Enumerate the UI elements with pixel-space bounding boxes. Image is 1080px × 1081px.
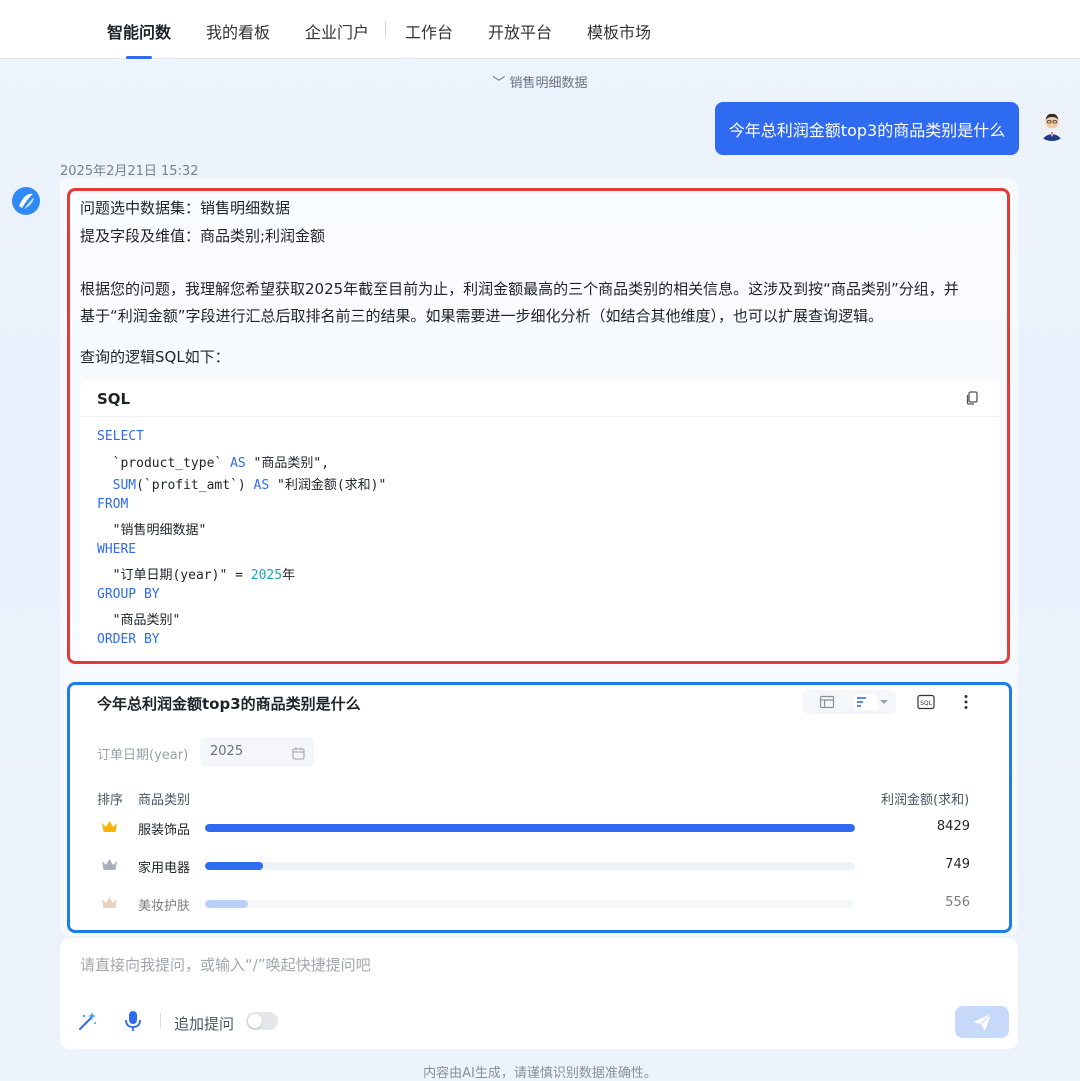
sql-keyword: AS xyxy=(230,456,246,471)
tab-template-market[interactable]: 模板市场 xyxy=(587,19,651,43)
bar-track xyxy=(205,824,855,832)
calendar-icon xyxy=(292,745,305,760)
sql-text: "商品类别" xyxy=(97,613,181,628)
sql-line: `product_type` AS "商品类别", xyxy=(97,452,329,471)
sql-line: WHERE xyxy=(97,542,136,557)
sql-keyword: SUM xyxy=(112,478,137,493)
toggle-knob xyxy=(248,1014,262,1028)
ranking-row: 美妆护肤 556 xyxy=(97,893,977,915)
user-avatar xyxy=(1035,107,1069,141)
sql-line: SUM(`profit_amt`) AS "利润金额(求和)" xyxy=(97,474,387,493)
tab-enterprise-portal[interactable]: 企业门户 xyxy=(305,19,369,43)
sql-keyword: AS xyxy=(253,478,270,493)
sql-text: "销售明细数据" xyxy=(97,523,207,538)
assistant-logo-icon xyxy=(11,186,41,216)
active-tab-indicator xyxy=(126,56,152,59)
sql-line: "商品类别" xyxy=(97,609,181,628)
column-header-profit: 利润金额(求和) xyxy=(881,793,970,808)
sql-line: "订单日期(year)" = 2025年 xyxy=(97,564,295,583)
ranking-chart-icon[interactable] xyxy=(854,694,878,710)
column-header-rank: 排序 xyxy=(97,793,124,808)
crown-icon xyxy=(101,857,118,872)
sql-keyword: GROUP BY xyxy=(97,587,160,602)
sql-text: "利润金额(求和)" xyxy=(269,478,387,493)
message-timestamp: 2025年2月21日 15:32 xyxy=(60,164,199,179)
category-label: 美妆护肤 xyxy=(138,899,191,914)
mentioned-fields-line: 提及字段及维值：商品类别;利润金额 xyxy=(80,227,326,245)
category-label: 服装饰品 xyxy=(138,823,191,838)
tab-smart-query[interactable]: 智能问数 xyxy=(107,19,171,43)
explanation-line-2: 基于“利润金额”字段进行汇总后取排名前三的结果。如果需要进一步细化分析（如结合其… xyxy=(80,307,884,325)
user-message-bubble: 今年总利润金额top3的商品类别是什么 xyxy=(715,102,1019,155)
send-icon xyxy=(973,1013,992,1031)
sql-line: ORDER BY xyxy=(97,632,160,647)
filter-value: 2025 xyxy=(210,744,244,759)
column-header-category: 商品类别 xyxy=(138,793,191,808)
sql-title: SQL xyxy=(97,390,131,408)
sql-text: "订单日期(year)" = xyxy=(97,568,251,583)
followup-label: 追加提问 xyxy=(174,1015,235,1033)
toolbar-divider xyxy=(160,1013,161,1029)
ranking-row: 服装饰品 8429 xyxy=(97,817,977,839)
explanation-line-1: 根据您的问题，我理解您希望获取2025年截至目前为止，利润金额最高的三个商品类别… xyxy=(80,280,959,298)
chevron-down-icon[interactable] xyxy=(878,694,894,710)
ranking-row: 家用电器 749 xyxy=(97,855,977,877)
table-view-icon[interactable] xyxy=(819,694,835,710)
sql-keyword: FROM xyxy=(97,497,129,512)
profit-value: 556 xyxy=(945,895,970,910)
crown-icon xyxy=(101,895,118,910)
tab-my-dashboard[interactable]: 我的看板 xyxy=(206,19,270,43)
sql-number: 2025 xyxy=(250,568,283,583)
question-input-placeholder[interactable]: 请直接向我提问，或输入“/”唤起快捷提问吧 xyxy=(80,954,371,975)
tab-open-platform[interactable]: 开放平台 xyxy=(488,19,552,43)
sql-keyword: WHERE xyxy=(97,542,137,557)
ai-disclaimer: 内容由AI生成，请谨慎识别数据准确性。 xyxy=(423,1066,657,1081)
sql-line: "销售明细数据" xyxy=(97,519,207,538)
result-title: 今年总利润金额top3的商品类别是什么 xyxy=(97,695,361,713)
crown-icon xyxy=(101,819,118,834)
filter-label: 订单日期(year) xyxy=(97,748,189,763)
sql-keyword: ORDER BY xyxy=(97,632,160,647)
profit-value: 749 xyxy=(945,857,970,872)
view-switcher xyxy=(802,690,896,714)
send-button[interactable] xyxy=(955,1006,1009,1038)
year-filter-input[interactable]: 2025 xyxy=(200,737,314,767)
followup-toggle[interactable] xyxy=(246,1012,278,1030)
microphone-icon[interactable] xyxy=(123,1009,143,1033)
tab-workbench[interactable]: 工作台 xyxy=(405,19,453,43)
svg-text:SQL: SQL xyxy=(920,700,933,707)
nav-divider xyxy=(385,21,386,37)
profit-value: 8429 xyxy=(936,819,970,834)
magic-wand-icon[interactable] xyxy=(76,1010,98,1032)
sql-code-block: SQL SELECT `product_type` AS "商品类别", SUM… xyxy=(80,380,1000,656)
sql-text: 年 xyxy=(282,568,296,583)
bar-track xyxy=(205,862,855,870)
more-options-icon[interactable] xyxy=(958,694,974,710)
sql-keyword: SELECT xyxy=(97,429,144,444)
sql-text: "商品类别", xyxy=(245,456,330,471)
profit-bar xyxy=(205,862,263,870)
sql-text: `product_type` xyxy=(97,456,231,471)
sql-line: GROUP BY xyxy=(97,587,160,602)
sql-intro: 查询的逻辑SQL如下： xyxy=(80,348,230,366)
sql-line: SELECT xyxy=(97,429,144,444)
copy-icon[interactable] xyxy=(964,390,980,406)
bar-track xyxy=(205,900,855,908)
selected-dataset-line: 问题选中数据集：销售明细数据 xyxy=(80,199,291,217)
category-label: 家用电器 xyxy=(138,861,191,876)
profit-bar xyxy=(205,900,248,908)
sql-line: FROM xyxy=(97,497,128,512)
question-input-box[interactable]: 请直接向我提问，或输入“/”唤起快捷提问吧 追加提问 xyxy=(60,938,1018,1049)
profit-bar xyxy=(205,824,855,832)
sql-icon[interactable]: SQL xyxy=(917,694,935,710)
dataset-selector[interactable]: ﹀ 销售明细数据 xyxy=(0,72,1080,91)
top-navigation: 智能问数 我的看板 企业门户 工作台 开放平台 模板市场 xyxy=(0,0,1080,59)
sql-header: SQL xyxy=(80,380,1000,417)
sql-text: (`profit_amt`) xyxy=(136,478,254,493)
